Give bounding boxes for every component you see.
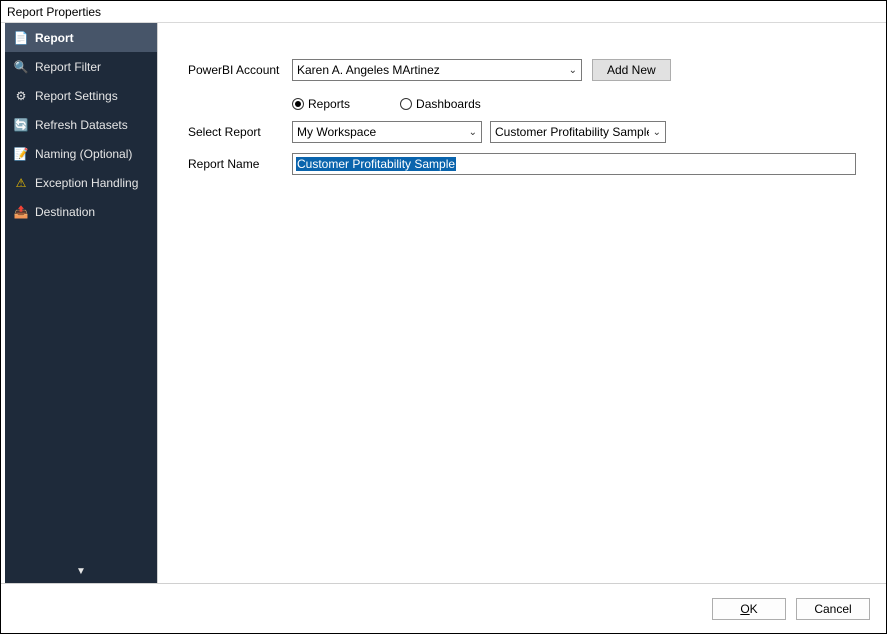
add-new-button-label: Add New — [607, 63, 656, 77]
sidebar-item-naming[interactable]: 📝 Naming (Optional) — [5, 139, 157, 168]
chevron-down-icon: ⌄ — [469, 127, 477, 138]
select-report-label: Select Report — [188, 125, 292, 139]
filter-icon: 🔍 — [13, 59, 29, 75]
workspace-combo-value: My Workspace — [297, 125, 376, 139]
account-row: PowerBI Account Karen A. Angeles MArtine… — [188, 59, 858, 81]
report-combo[interactable]: Customer Profitability Sample ⌄ — [490, 121, 666, 143]
ok-button[interactable]: OK — [712, 598, 786, 620]
account-label: PowerBI Account — [188, 63, 292, 77]
sidebar-item-exception-handling[interactable]: ⚠ Exception Handling — [5, 168, 157, 197]
report-name-input[interactable]: Customer Profitability Sample — [292, 153, 856, 175]
sidebar-expand-toggle[interactable]: ▼ — [5, 566, 157, 577]
naming-icon: 📝 — [13, 146, 29, 162]
report-name-label: Report Name — [188, 157, 292, 171]
radio-circle-icon — [400, 98, 412, 110]
type-radio-group: Reports Dashboards — [188, 91, 858, 121]
destination-icon: 📤 — [13, 204, 29, 220]
sidebar-item-label: Report Filter — [35, 60, 101, 74]
sidebar-item-label: Exception Handling — [35, 176, 138, 190]
sidebar-item-label: Refresh Datasets — [35, 118, 128, 132]
sidebar: 📄 Report 🔍 Report Filter ⚙ Report Settin… — [5, 23, 157, 583]
workspace-combo[interactable]: My Workspace ⌄ — [292, 121, 482, 143]
chevron-down-icon: ⌄ — [653, 127, 661, 138]
report-name-row: Report Name Customer Profitability Sampl… — [188, 153, 858, 175]
select-report-row: Select Report My Workspace ⌄ Customer Pr… — [188, 121, 858, 143]
sidebar-item-report-filter[interactable]: 🔍 Report Filter — [5, 52, 157, 81]
chevron-down-icon: ⌄ — [569, 65, 577, 76]
radio-reports[interactable]: Reports — [292, 97, 350, 111]
add-new-button[interactable]: Add New — [592, 59, 671, 81]
sidebar-item-report[interactable]: 📄 Report — [5, 23, 157, 52]
account-combo-value: Karen A. Angeles MArtinez — [297, 63, 440, 77]
sidebar-item-report-settings[interactable]: ⚙ Report Settings — [5, 81, 157, 110]
sidebar-item-label: Destination — [35, 205, 95, 219]
refresh-icon: 🔄 — [13, 117, 29, 133]
warning-icon: ⚠ — [13, 175, 29, 191]
sidebar-item-destination[interactable]: 📤 Destination — [5, 197, 157, 226]
settings-icon: ⚙ — [13, 88, 29, 104]
cancel-button-label: Cancel — [814, 602, 851, 616]
report-combo-value: Customer Profitability Sample — [495, 125, 649, 139]
content-panel: PowerBI Account Karen A. Angeles MArtine… — [157, 23, 882, 583]
ok-button-label: OK — [740, 602, 757, 616]
radio-circle-icon — [292, 98, 304, 110]
sidebar-item-label: Report — [35, 31, 74, 45]
radio-reports-label: Reports — [308, 97, 350, 111]
account-combo[interactable]: Karen A. Angeles MArtinez ⌄ — [292, 59, 582, 81]
main-area: 📄 Report 🔍 Report Filter ⚙ Report Settin… — [5, 23, 882, 583]
sidebar-item-refresh-datasets[interactable]: 🔄 Refresh Datasets — [5, 110, 157, 139]
cancel-button[interactable]: Cancel — [796, 598, 870, 620]
radio-dashboards-label: Dashboards — [416, 97, 481, 111]
title-bar: Report Properties — [1, 1, 886, 23]
footer: OK Cancel — [1, 583, 886, 633]
sidebar-item-label: Naming (Optional) — [35, 147, 132, 161]
sidebar-item-label: Report Settings — [35, 89, 118, 103]
radio-dashboards[interactable]: Dashboards — [400, 97, 481, 111]
report-name-value: Customer Profitability Sample — [296, 157, 456, 171]
report-icon: 📄 — [13, 30, 29, 46]
window-title: Report Properties — [7, 5, 101, 19]
chevron-down-icon: ▼ — [76, 566, 86, 577]
